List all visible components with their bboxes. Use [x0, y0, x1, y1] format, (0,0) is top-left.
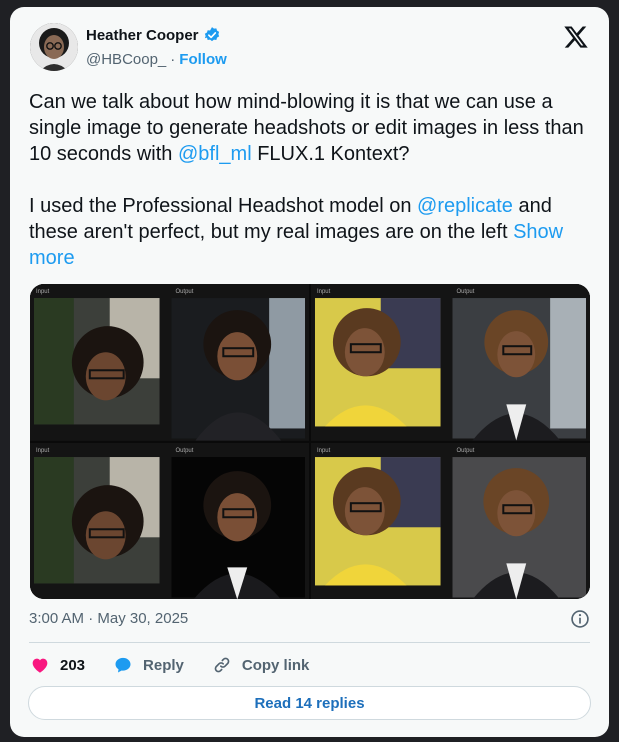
panel-1-output-label: Output	[175, 289, 193, 295]
panel-2-output-label: Output	[456, 289, 474, 295]
panel-2-input-label: Input	[317, 289, 331, 295]
divider	[29, 642, 590, 643]
panel-3-output-label: Output	[175, 448, 193, 454]
media-image-4[interactable]: Input Output	[311, 442, 590, 599]
media-image-4-art: Input Output	[311, 442, 590, 599]
reply-label: Reply	[143, 656, 184, 674]
media-grid: Input Output Input Output Input Output I…	[30, 284, 590, 599]
handle-row: @HBCoop_ · Follow	[86, 51, 227, 68]
reply-bubble-icon	[115, 657, 131, 673]
media-image-3[interactable]: Input Output	[30, 442, 309, 599]
media-image-2[interactable]: Input Output	[311, 284, 590, 441]
follow-button[interactable]: Follow	[179, 51, 227, 68]
handle-separator: ·	[170, 51, 176, 68]
copy-link-label: Copy link	[241, 656, 310, 674]
media-image-1-art: Input Output	[30, 284, 309, 441]
avatar-image	[30, 23, 78, 71]
media-image-2-art: Input Output	[311, 284, 590, 441]
tweet-timestamp[interactable]: 3:00 AM · May 30, 2025	[29, 610, 188, 627]
like-button[interactable]: 203	[30, 655, 85, 675]
tweet-paragraph-2: I used the Professional Headshot model o…	[29, 193, 594, 271]
link-icon	[214, 657, 230, 673]
mention-replicate[interactable]: @replicate	[417, 195, 513, 217]
tweet-text-1b: FLUX.1 Kontext?	[251, 143, 410, 165]
like-count: 203	[60, 656, 86, 674]
panel-4-output-label: Output	[456, 448, 474, 454]
read-replies-button[interactable]: Read 14 replies	[28, 686, 591, 720]
author-handle[interactable]: @HBCoop_	[86, 51, 166, 68]
tweet-card: Heather Cooper @HBCoop_ · Follow Can we …	[10, 7, 609, 737]
tweet-text: Can we talk about how mind-blowing it is…	[29, 89, 594, 271]
author-name-row[interactable]: Heather Cooper	[86, 26, 221, 44]
tweet-paragraph-1: Can we talk about how mind-blowing it is…	[29, 89, 594, 167]
panel-3-input-label: Input	[36, 448, 50, 454]
panel-1-input-label: Input	[36, 289, 50, 295]
heart-icon	[32, 658, 48, 673]
action-bar: 203 Reply Copy link	[30, 653, 337, 677]
panel-4-input-label: Input	[317, 448, 331, 454]
media-image-1[interactable]: Input Output	[30, 284, 309, 441]
reply-button[interactable]: Reply	[113, 655, 184, 675]
mention-bfl-ml[interactable]: @bfl_ml	[178, 143, 252, 165]
x-logo-icon[interactable]	[563, 24, 589, 50]
tweet-text-2a: I used the Professional Headshot model o…	[29, 195, 418, 217]
copy-link-button[interactable]: Copy link	[212, 655, 310, 675]
media-image-3-art: Input Output	[30, 442, 309, 599]
avatar[interactable]	[30, 23, 78, 71]
verified-badge-icon	[204, 27, 219, 42]
info-icon[interactable]	[570, 609, 590, 629]
author-name[interactable]: Heather Cooper	[86, 27, 199, 44]
